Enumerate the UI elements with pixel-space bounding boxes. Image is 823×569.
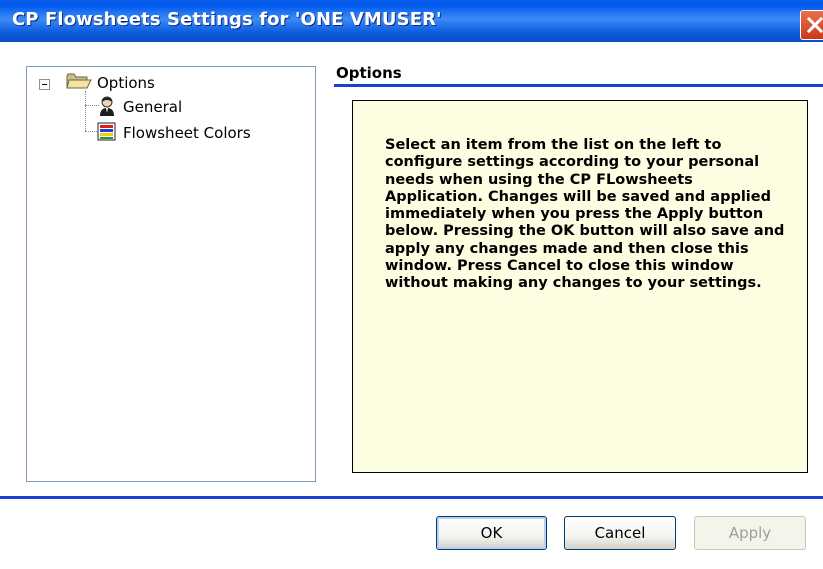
section-header: Options bbox=[336, 64, 402, 82]
tree-item-label: General bbox=[123, 98, 183, 116]
tree-item-general[interactable]: General bbox=[97, 95, 277, 117]
footer-divider bbox=[0, 496, 823, 499]
cancel-button[interactable]: Cancel bbox=[564, 516, 676, 550]
tree-item-options[interactable]: Options bbox=[57, 71, 257, 93]
person-icon bbox=[100, 96, 114, 116]
tree-connector bbox=[85, 91, 86, 131]
open-folder-icon bbox=[66, 73, 92, 89]
color-bars-icon bbox=[97, 122, 116, 141]
tree-item-label: Options bbox=[97, 74, 155, 92]
tree-item-flowsheet-colors[interactable]: Flowsheet Colors bbox=[97, 121, 297, 143]
info-text: Select an item from the list on the left… bbox=[385, 137, 785, 292]
apply-button[interactable]: Apply bbox=[694, 516, 806, 550]
tree-item-label: Flowsheet Colors bbox=[123, 124, 251, 142]
close-icon bbox=[806, 16, 823, 34]
close-button[interactable] bbox=[800, 10, 823, 40]
header-divider bbox=[334, 84, 823, 87]
minus-icon bbox=[42, 84, 47, 85]
ok-button[interactable]: OK bbox=[436, 516, 547, 550]
info-panel: Select an item from the list on the left… bbox=[352, 100, 808, 473]
options-tree[interactable]: Options General Flowsheet Colors bbox=[26, 66, 316, 482]
title-bar[interactable]: CP Flowsheets Settings for 'ONE VMUSER' bbox=[0, 0, 823, 42]
window-title: CP Flowsheets Settings for 'ONE VMUSER' bbox=[12, 9, 442, 30]
tree-collapse-toggle[interactable] bbox=[39, 79, 50, 90]
